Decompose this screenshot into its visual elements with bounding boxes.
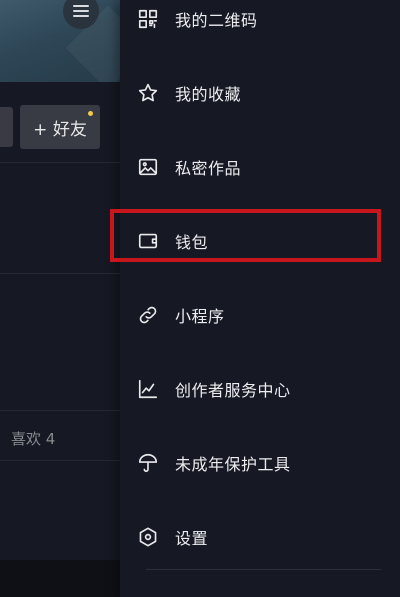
menu-item-label: 未成年保护工具 — [175, 455, 291, 474]
profile-page-background: + 好友 喜欢 4 — [0, 0, 120, 597]
menu-item-label: 小程序 — [175, 307, 225, 326]
add-friend-button[interactable]: + 好友 — [20, 105, 100, 149]
menu-item-creator-center[interactable]: 创作者服务中心 — [120, 365, 400, 413]
screen: + 好友 喜欢 4 我的二维码 我的收藏 私密作品 钱包 小程序 创作者服务中心… — [0, 0, 400, 597]
menu-item-label: 我的二维码 — [175, 11, 258, 30]
menu-item-minor-protection[interactable]: 未成年保护工具 — [120, 439, 400, 487]
menu-item-label: 我的收藏 — [175, 85, 242, 104]
menu-item-qr-code[interactable]: 我的二维码 — [120, 0, 400, 43]
trend-chart-icon — [136, 377, 160, 401]
menu-item-private-works[interactable]: 私密作品 — [120, 143, 400, 191]
likes-tab[interactable]: 喜欢 4 — [11, 428, 55, 449]
divider — [0, 273, 120, 274]
edit-profile-button[interactable] — [0, 107, 13, 147]
add-friend-label: + 好友 — [33, 119, 87, 140]
wallet-highlight-annotation — [110, 209, 381, 262]
qr-code-icon — [136, 7, 160, 31]
divider — [0, 460, 120, 461]
drawer-divider — [146, 569, 381, 570]
divider — [0, 162, 120, 163]
menu-item-favorites[interactable]: 我的收藏 — [120, 69, 400, 117]
umbrella-icon — [136, 451, 160, 475]
link-icon — [136, 303, 160, 327]
bottom-bar-background — [0, 560, 120, 597]
menu-item-settings[interactable]: 设置 — [120, 513, 400, 561]
menu-item-mini-programs[interactable]: 小程序 — [120, 291, 400, 339]
divider — [0, 410, 120, 411]
star-icon — [136, 81, 160, 105]
notification-dot — [88, 111, 93, 116]
menu-item-label: 创作者服务中心 — [175, 381, 291, 400]
hexagon-settings-icon — [136, 525, 160, 549]
profile-cover-banner — [0, 0, 120, 91]
menu-item-label: 私密作品 — [175, 159, 242, 178]
menu-item-label: 设置 — [175, 529, 209, 548]
private-image-icon — [136, 155, 160, 179]
side-drawer-menu: 我的二维码 我的收藏 私密作品 钱包 小程序 创作者服务中心 未成年保护工具 设… — [110, 0, 400, 597]
hamburger-menu-icon — [73, 5, 89, 17]
